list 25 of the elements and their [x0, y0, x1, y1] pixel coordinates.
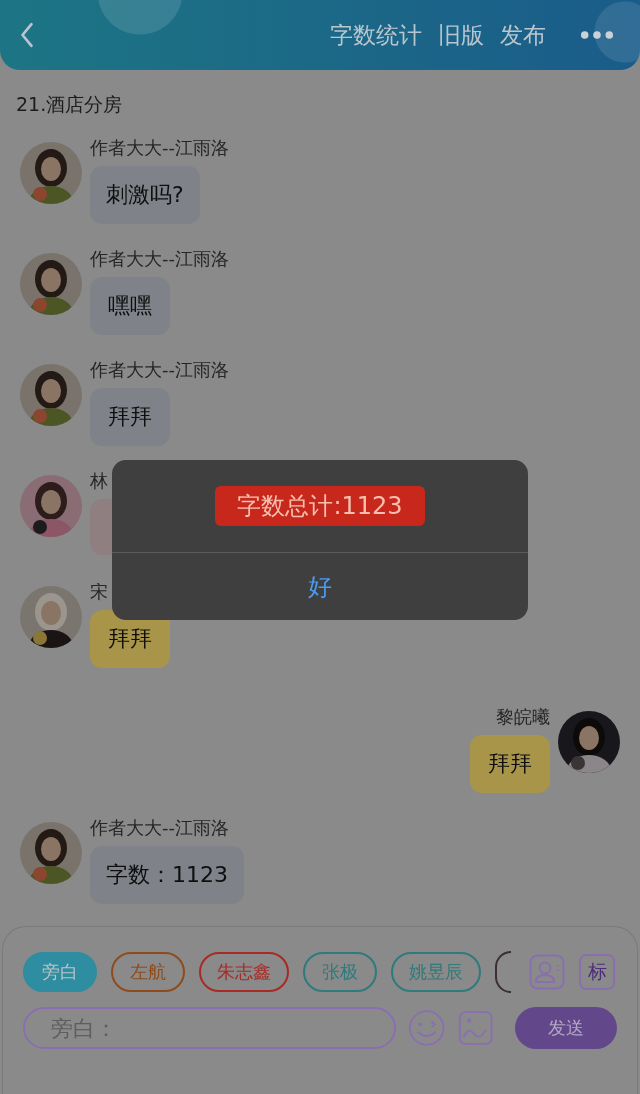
sender-name: 黎皖曦 — [496, 705, 550, 729]
sender-name: 作者大大--江雨洛 — [90, 136, 229, 160]
message-bubble: 刺激吗? — [90, 166, 200, 224]
alert-message: 字数总计:1123 — [215, 486, 425, 526]
header-action[interactable]: 字数统计 — [330, 19, 422, 51]
role-chip[interactable]: 左航 — [111, 952, 185, 992]
sender-name: 作者大大--江雨洛 — [90, 816, 229, 840]
sender-name: 林 — [90, 469, 108, 493]
role-chip[interactable]: 旁白 — [23, 952, 97, 992]
send-button[interactable]: 发送 — [514, 1007, 617, 1049]
message-bubble: 嘿嘿 — [90, 277, 170, 335]
message-bubble: 字数：1123 — [90, 846, 244, 904]
back-icon[interactable] — [18, 21, 36, 49]
sender-name: 作者大大--江雨洛 — [90, 358, 229, 382]
message-bubble: 拜拜 — [470, 735, 550, 793]
tag-button[interactable]: 标 — [579, 954, 615, 990]
header-action[interactable]: 旧版 — [438, 19, 484, 51]
sender-name: 宋 — [90, 580, 108, 604]
chapter-title: 21.酒店分房 — [15, 92, 124, 117]
role-chip[interactable]: 朱志鑫 — [199, 952, 289, 992]
more-icon[interactable] — [580, 30, 614, 40]
role-chip[interactable] — [495, 951, 511, 993]
message-bubble: 拜拜 — [90, 388, 170, 446]
sender-name: 作者大大--江雨洛 — [90, 247, 229, 271]
header-action[interactable]: 发布 — [500, 19, 546, 51]
